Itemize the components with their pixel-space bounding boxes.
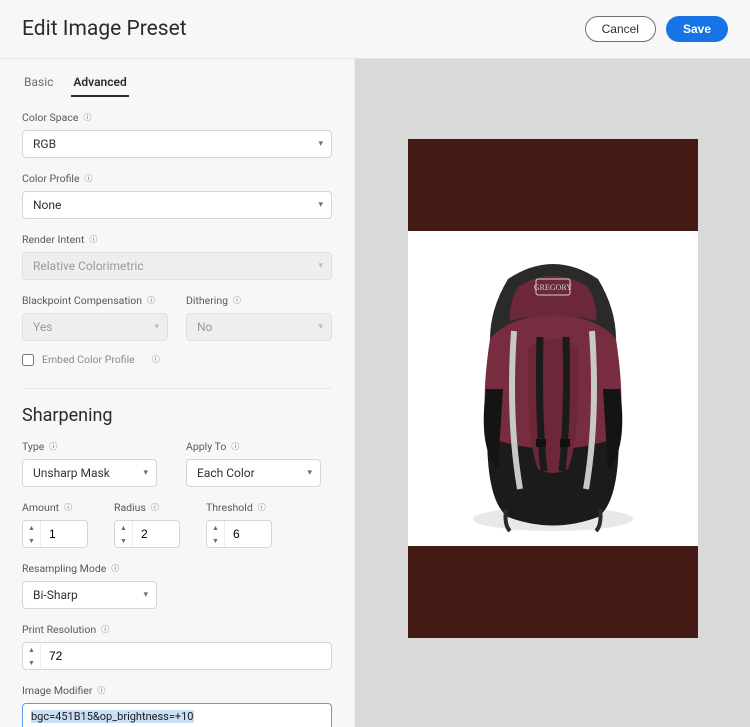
- render-intent-field: Render Intent Relative Colorimetric ▾: [22, 233, 332, 280]
- color-space-select[interactable]: RGB ▾: [22, 130, 332, 158]
- info-icon[interactable]: [88, 235, 98, 245]
- info-icon[interactable]: [146, 296, 156, 306]
- radius-field: Radius ▲▼: [114, 501, 180, 548]
- color-profile-field: Color Profile None ▾: [22, 172, 332, 219]
- color-space-label: Color Space: [22, 111, 332, 124]
- info-icon[interactable]: [82, 113, 92, 123]
- tab-basic[interactable]: Basic: [22, 69, 55, 97]
- step-down-icon[interactable]: ▼: [23, 656, 40, 669]
- color-profile-select[interactable]: None ▾: [22, 191, 332, 219]
- chevron-down-icon: ▾: [318, 322, 323, 332]
- info-icon[interactable]: [48, 442, 58, 452]
- preview-top-bar: [408, 139, 698, 231]
- dithering-select: No ▾: [186, 313, 332, 341]
- page-title: Edit Image Preset: [22, 17, 187, 41]
- print-resolution-field: Print Resolution ▲▼: [22, 623, 332, 670]
- step-up-icon[interactable]: ▲: [23, 521, 40, 534]
- color-space-field: Color Space RGB ▾: [22, 111, 332, 158]
- image-modifier-field: Image Modifier bgc=451B15&op_brightness=…: [22, 684, 332, 727]
- resampling-field: Resampling Mode Bi-Sharp ▾: [22, 562, 332, 609]
- step-up-icon[interactable]: ▲: [207, 521, 224, 534]
- header-actions: Cancel Save: [585, 16, 728, 42]
- tabs: Basic Advanced: [22, 69, 354, 97]
- threshold-input[interactable]: [225, 521, 271, 547]
- divider: [22, 388, 332, 389]
- radius-input[interactable]: [133, 521, 179, 547]
- step-down-icon[interactable]: ▼: [207, 534, 224, 547]
- image-modifier-label: Image Modifier: [22, 684, 332, 697]
- info-icon[interactable]: [151, 355, 161, 365]
- step-up-icon[interactable]: ▲: [115, 521, 132, 534]
- sharpening-type-select[interactable]: Unsharp Mask ▾: [22, 459, 157, 487]
- print-resolution-stepper[interactable]: ▲▼: [22, 642, 332, 670]
- save-button[interactable]: Save: [666, 16, 728, 42]
- threshold-label: Threshold: [206, 501, 272, 514]
- color-profile-label: Color Profile: [22, 172, 332, 185]
- chevron-down-icon: ▾: [318, 200, 323, 210]
- tab-advanced[interactable]: Advanced: [71, 69, 128, 97]
- sharpening-type-label: Type: [22, 440, 168, 453]
- blackpoint-field: Blackpoint Compensation Yes ▾: [22, 294, 168, 341]
- render-intent-select: Relative Colorimetric ▾: [22, 252, 332, 280]
- amount-stepper[interactable]: ▲▼: [22, 520, 88, 548]
- info-icon[interactable]: [150, 503, 160, 513]
- threshold-stepper[interactable]: ▲▼: [206, 520, 272, 548]
- print-resolution-label: Print Resolution: [22, 623, 332, 636]
- preview-pane: GREGORY: [355, 59, 750, 727]
- apply-to-label: Apply To: [186, 440, 332, 453]
- apply-to-field: Apply To Each Color ▾: [186, 440, 332, 487]
- sharpening-title: Sharpening: [22, 405, 332, 426]
- image-modifier-text: bgc=451B15&op_brightness=+10: [31, 710, 194, 723]
- preview-bottom-bar: [408, 546, 698, 638]
- chevron-down-icon: ▾: [318, 261, 323, 271]
- form-scroll[interactable]: Color Space RGB ▾ Color Profile None ▾: [22, 97, 354, 727]
- chevron-down-icon: ▾: [143, 468, 148, 478]
- embed-color-profile-label: Embed Color Profile: [42, 353, 135, 366]
- radius-stepper[interactable]: ▲▼: [114, 520, 180, 548]
- amount-field: Amount ▲▼: [22, 501, 88, 548]
- info-icon[interactable]: [96, 686, 106, 696]
- sharpening-type-field: Type Unsharp Mask ▾: [22, 440, 168, 487]
- preview-image: GREGORY: [408, 231, 698, 546]
- amount-label: Amount: [22, 501, 88, 514]
- info-icon[interactable]: [232, 296, 242, 306]
- svg-text:GREGORY: GREGORY: [533, 283, 571, 292]
- step-down-icon[interactable]: ▼: [115, 534, 132, 547]
- dithering-label: Dithering: [186, 294, 332, 307]
- step-down-icon[interactable]: ▼: [23, 534, 40, 547]
- blackpoint-select: Yes ▾: [22, 313, 168, 341]
- cancel-button[interactable]: Cancel: [585, 16, 656, 42]
- image-modifier-input[interactable]: bgc=451B15&op_brightness=+10: [22, 703, 332, 727]
- render-intent-label: Render Intent: [22, 233, 332, 246]
- chevron-down-icon: ▾: [307, 468, 312, 478]
- threshold-field: Threshold ▲▼: [206, 501, 272, 548]
- info-icon[interactable]: [257, 503, 267, 513]
- preview-card: GREGORY: [408, 139, 698, 638]
- print-resolution-input[interactable]: [41, 643, 151, 669]
- blackpoint-label: Blackpoint Compensation: [22, 294, 168, 307]
- dialog-header: Edit Image Preset Cancel Save: [0, 0, 750, 59]
- chevron-down-icon: ▾: [318, 139, 323, 149]
- info-icon[interactable]: [230, 442, 240, 452]
- info-icon[interactable]: [110, 564, 120, 574]
- info-icon[interactable]: [63, 503, 73, 513]
- info-icon[interactable]: [84, 174, 94, 184]
- settings-pane: Basic Advanced Color Space RGB ▾ Color P…: [0, 59, 355, 727]
- embed-color-profile-checkbox[interactable]: [22, 354, 34, 366]
- step-up-icon[interactable]: ▲: [23, 643, 40, 656]
- apply-to-select[interactable]: Each Color ▾: [186, 459, 321, 487]
- dialog-body: Basic Advanced Color Space RGB ▾ Color P…: [0, 59, 750, 727]
- radius-label: Radius: [114, 501, 180, 514]
- chevron-down-icon: ▾: [143, 590, 148, 600]
- dithering-field: Dithering No ▾: [186, 294, 332, 341]
- edit-image-preset-dialog: Edit Image Preset Cancel Save Basic Adva…: [0, 0, 750, 727]
- chevron-down-icon: ▾: [154, 322, 159, 332]
- info-icon[interactable]: [100, 625, 110, 635]
- embed-color-profile-row: Embed Color Profile: [22, 353, 332, 366]
- resampling-label: Resampling Mode: [22, 562, 332, 575]
- amount-input[interactable]: [41, 521, 87, 547]
- resampling-select[interactable]: Bi-Sharp ▾: [22, 581, 157, 609]
- backpack-icon: GREGORY: [448, 239, 658, 539]
